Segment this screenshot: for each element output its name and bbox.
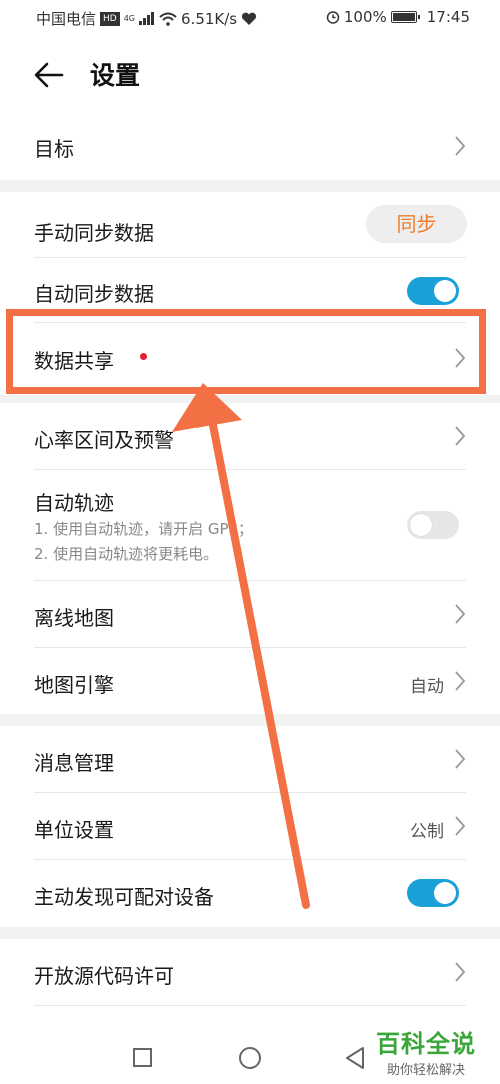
row-map-engine[interactable]: 地图引擎 自动 bbox=[0, 648, 500, 714]
watermark-subtitle: 助你轻松解决 bbox=[386, 1063, 465, 1078]
health-heart-icon bbox=[242, 12, 257, 25]
map-engine-value: 自动 bbox=[410, 677, 444, 697]
auto-track-toggle[interactable] bbox=[407, 511, 459, 539]
auto-track-note-2: 2. 使用自动轨迹将更耗电。 bbox=[34, 545, 219, 563]
discover-devices-label: 主动发现可配对设备 bbox=[34, 885, 214, 909]
row-unit-settings[interactable]: 单位设置 公制 bbox=[0, 793, 500, 859]
toggle-knob bbox=[434, 280, 456, 302]
offline-map-label: 离线地图 bbox=[34, 606, 114, 630]
sync-button[interactable]: 同步 bbox=[366, 205, 467, 243]
home-icon[interactable] bbox=[239, 1047, 261, 1069]
divider bbox=[34, 1005, 466, 1006]
auto-sync-toggle[interactable] bbox=[407, 277, 459, 305]
toggle-knob bbox=[410, 514, 432, 536]
status-left: 中国电信 HD 4G 6.51K/s bbox=[36, 8, 257, 29]
auto-track-label: 自动轨迹 bbox=[34, 491, 114, 515]
manual-sync-label: 手动同步数据 bbox=[34, 221, 154, 245]
discover-devices-toggle[interactable] bbox=[407, 879, 459, 907]
chevron-right-icon bbox=[455, 671, 466, 691]
signal-icon bbox=[139, 12, 155, 25]
row-open-source[interactable]: 开放源代码许可 bbox=[0, 939, 500, 1005]
toggle-knob bbox=[434, 882, 456, 904]
auto-sync-label: 自动同步数据 bbox=[34, 282, 154, 306]
carrier-name: 中国电信 bbox=[36, 10, 97, 28]
chevron-right-icon bbox=[455, 348, 466, 368]
auto-track-note-1: 1. 使用自动轨迹，请开启 GPS； bbox=[34, 520, 254, 538]
chevron-right-icon bbox=[455, 749, 466, 769]
chevron-right-icon bbox=[455, 426, 466, 446]
row-offline-map[interactable]: 离线地图 bbox=[0, 581, 500, 647]
watermark-title: 百科全说 bbox=[376, 1030, 476, 1058]
recent-apps-icon[interactable] bbox=[133, 1048, 152, 1067]
watermark: 百科全说 助你轻松解决 bbox=[376, 1024, 476, 1078]
section-gap bbox=[0, 180, 500, 192]
row-goal[interactable]: 目标 bbox=[0, 115, 500, 177]
unit-settings-label: 单位设置 bbox=[34, 818, 114, 842]
row-data-share[interactable]: 数据共享 bbox=[0, 323, 500, 393]
section-gap bbox=[0, 927, 500, 939]
network-type: 4G bbox=[123, 13, 136, 23]
open-source-label: 开放源代码许可 bbox=[34, 964, 174, 988]
section-gap bbox=[0, 714, 500, 726]
nav-back-icon[interactable] bbox=[344, 1046, 366, 1070]
header-bar: 设置 bbox=[0, 40, 500, 110]
wifi-icon bbox=[159, 12, 177, 26]
goal-label: 目标 bbox=[34, 137, 74, 161]
back-arrow-icon[interactable] bbox=[32, 58, 66, 92]
battery-percent: 100% bbox=[343, 8, 387, 26]
map-engine-label: 地图引擎 bbox=[34, 673, 114, 697]
heart-rate-label: 心率区间及预警 bbox=[34, 428, 174, 452]
page-title: 设置 bbox=[90, 61, 141, 90]
row-heart-rate[interactable]: 心率区间及预警 bbox=[0, 403, 500, 469]
section-gap bbox=[0, 395, 500, 403]
unit-value: 公制 bbox=[410, 822, 444, 842]
chevron-right-icon bbox=[455, 136, 466, 156]
message-management-label: 消息管理 bbox=[34, 751, 114, 775]
alarm-icon bbox=[326, 11, 340, 24]
clock-time: 17:45 bbox=[426, 8, 470, 26]
status-bar: 中国电信 HD 4G 6.51K/s 100% 17:45 bbox=[0, 0, 500, 36]
new-badge-dot bbox=[140, 353, 147, 360]
battery-icon bbox=[390, 11, 420, 23]
status-right: 100% 17:45 bbox=[326, 8, 470, 26]
chevron-right-icon bbox=[455, 962, 466, 982]
chevron-right-icon bbox=[455, 816, 466, 836]
chevron-right-icon bbox=[455, 604, 466, 624]
net-speed: 6.51K/s bbox=[181, 9, 238, 28]
data-share-label: 数据共享 bbox=[34, 349, 114, 373]
row-message-management[interactable]: 消息管理 bbox=[0, 726, 500, 792]
hd-icon: HD bbox=[100, 11, 120, 26]
